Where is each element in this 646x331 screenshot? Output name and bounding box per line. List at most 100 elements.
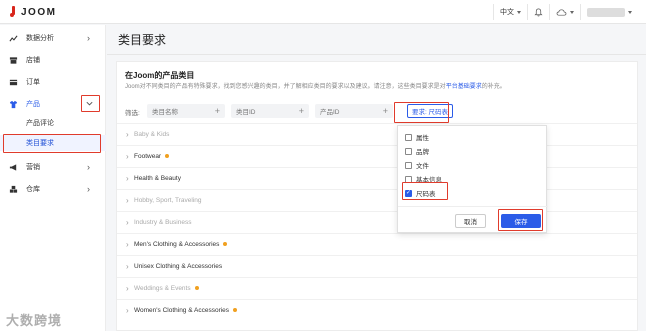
sidebar-item-store[interactable]: 店铺: [0, 51, 106, 69]
language-label: 中文: [500, 9, 514, 16]
category-row[interactable]: › Health & Beauty: [117, 167, 637, 189]
sidebar-item-label: 产品: [26, 101, 40, 108]
requirement-dot: [165, 154, 170, 159]
megaphone-icon: [9, 163, 18, 172]
sidebar-item-warehouse[interactable]: 仓库 ›: [0, 180, 106, 198]
filter-label: 筛选:: [125, 110, 140, 117]
chevron-right-icon: ›: [126, 196, 129, 205]
chevron-right-icon: ›: [126, 218, 129, 227]
filter-placeholder: 类目ID: [236, 109, 256, 116]
category-row[interactable]: › Women's Clothing & Accessories: [117, 299, 637, 321]
cancel-button[interactable]: 取消: [455, 214, 486, 228]
dropdown-option-files[interactable]: 文件: [405, 160, 429, 170]
warehouse-icon: [9, 185, 18, 194]
highlight-box: [394, 102, 449, 123]
divider: [107, 54, 646, 55]
category-name: Hobby, Sport, Traveling: [134, 197, 202, 204]
chevron-right-icon: ›: [126, 306, 129, 315]
user-name-blurred: [587, 7, 625, 17]
category-row[interactable]: › Weddings & Events: [117, 277, 637, 299]
chevron-right-icon: ›: [126, 130, 129, 139]
notifications-button[interactable]: [527, 4, 549, 20]
card-desc-text: 的补充。: [481, 84, 506, 90]
category-row[interactable]: › Footwear: [117, 145, 637, 167]
category-name: Baby & Kids: [134, 131, 170, 138]
card-desc-text: Joom对不同类目的产品有特殊要求，找到您感兴趣的类目，并了解相应类目的要求以及…: [125, 84, 446, 90]
chevron-right-icon: ›: [126, 152, 129, 161]
top-right-controls: 中文: [493, 4, 638, 20]
category-row[interactable]: › Hobby, Sport, Traveling: [117, 189, 637, 211]
page-title: 类目要求: [118, 33, 167, 47]
category-name: Unisex Clothing & Accessories: [134, 263, 223, 270]
requirement-dot: [194, 286, 199, 291]
plus-icon[interactable]: +: [299, 106, 304, 116]
cloud-icon: [556, 8, 567, 16]
dropdown-option-brand[interactable]: 品牌: [405, 146, 429, 156]
card-description: Joom对不同类目的产品有特殊要求，找到您感兴趣的类目，并了解相应类目的要求以及…: [125, 81, 506, 90]
trend-icon: [9, 34, 18, 43]
sidebar-item-marketing[interactable]: 营销 ›: [0, 158, 106, 176]
option-label: 文件: [416, 163, 429, 170]
user-menu[interactable]: [580, 4, 638, 20]
cloud-menu[interactable]: [549, 4, 580, 20]
chevron-right-icon: ›: [126, 284, 129, 293]
caret-down-icon: [628, 10, 632, 14]
bell-icon: [534, 8, 543, 16]
sidebar-item-label: 订单: [26, 79, 40, 86]
filter-placeholder: 类目名称: [152, 109, 178, 116]
category-name: Weddings & Events: [134, 285, 199, 292]
highlight-box: [81, 95, 100, 112]
card-title: 在Joom的产品类目: [125, 71, 195, 80]
highlight-box: [402, 182, 448, 200]
chevron-right-icon: ›: [87, 33, 90, 43]
dropdown-option-attributes[interactable]: 属性: [405, 132, 429, 142]
logo-text: JOOM: [21, 6, 57, 18]
divider: [398, 206, 548, 207]
category-row[interactable]: › Baby & Kids: [117, 123, 637, 145]
product-icon: [9, 100, 18, 109]
requirement-dot: [233, 308, 238, 313]
plus-icon[interactable]: +: [215, 106, 220, 116]
platform-requirements-link[interactable]: 平台基础要求: [446, 84, 482, 90]
order-icon: [9, 78, 18, 87]
checkbox[interactable]: [405, 147, 412, 155]
category-name-filter[interactable]: 类目名称 +: [147, 104, 225, 118]
sidebar-item-label: 仓库: [26, 186, 40, 193]
checkbox[interactable]: [405, 161, 412, 169]
sidebar-item-label: 店铺: [26, 57, 40, 64]
category-card: 在Joom的产品类目 Joom对不同类目的产品有特殊要求，找到您感兴趣的类目，并…: [116, 61, 638, 331]
highlight-box: [498, 209, 543, 231]
category-name: Men's Clothing & Accessories: [134, 241, 228, 248]
chevron-right-icon: ›: [126, 174, 129, 183]
sidebar-item-analytics[interactable]: 数据分析 ›: [0, 29, 106, 47]
category-row[interactable]: › Men's Clothing & Accessories: [117, 233, 637, 255]
top-bar: JOOM 中文: [0, 0, 646, 24]
filter-placeholder: 产品ID: [320, 109, 340, 116]
sidebar-subitem-product-reviews[interactable]: 产品评论: [0, 115, 106, 131]
category-name: Women's Clothing & Accessories: [134, 307, 238, 314]
highlight-box: [3, 134, 101, 153]
sidebar-item-orders[interactable]: 订单: [0, 73, 106, 91]
product-id-filter[interactable]: 产品ID +: [315, 104, 393, 118]
chevron-right-icon: ›: [87, 184, 90, 194]
sidebar-item-label: 数据分析: [26, 35, 54, 42]
plus-icon[interactable]: +: [383, 106, 388, 116]
category-id-filter[interactable]: 类目ID +: [231, 104, 309, 118]
checkbox[interactable]: [405, 133, 412, 141]
chevron-right-icon: ›: [126, 240, 129, 249]
chevron-right-icon: ›: [87, 162, 90, 172]
sidebar-item-label: 营销: [26, 164, 40, 171]
joom-logo-icon: [10, 6, 16, 18]
category-row[interactable]: › Industry & Business: [117, 211, 637, 233]
main-content: 类目要求 在Joom的产品类目 Joom对不同类目的产品有特殊要求，找到您感兴趣…: [107, 25, 646, 331]
sidebar-item-label: 产品评论: [26, 120, 54, 127]
category-name: Footwear: [134, 153, 170, 160]
joom-logo[interactable]: JOOM: [10, 6, 56, 18]
filter-row: 筛选: 类目名称 + 类目ID + 产品ID + 要求: 尺码表: [125, 104, 635, 118]
option-label: 品牌: [416, 149, 429, 156]
store-icon: [9, 56, 18, 65]
category-row[interactable]: › Unisex Clothing & Accessories: [117, 255, 637, 277]
requirement-dot: [223, 242, 228, 247]
caret-down-icon: [517, 10, 521, 14]
language-select[interactable]: 中文: [493, 4, 527, 20]
